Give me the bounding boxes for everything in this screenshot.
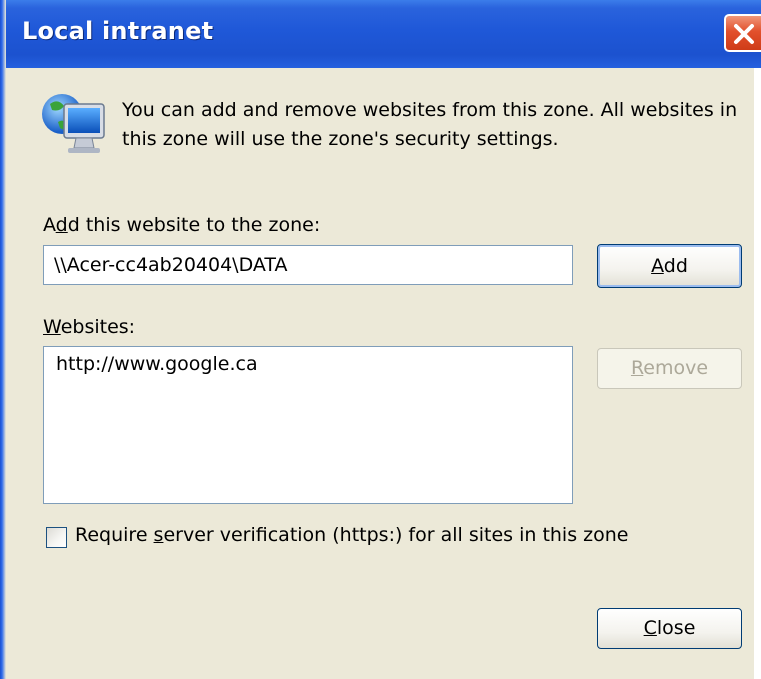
title-bar[interactable]: Local intranet [0, 0, 761, 68]
websites-list[interactable]: http://www.google.ca [43, 346, 573, 504]
window-right-edge [754, 68, 761, 679]
globe-monitor-icon [40, 90, 112, 166]
zone-description: You can add and remove websites from thi… [122, 99, 738, 150]
title-close-button[interactable] [724, 14, 761, 52]
dialog-title: Local intranet [22, 17, 214, 45]
add-button[interactable]: Add [597, 244, 742, 288]
require-verification-checkbox[interactable] [46, 527, 67, 548]
websites-label: Websites: [43, 316, 136, 338]
add-website-input[interactable]: \\Acer-cc4ab20404\DATA [43, 245, 573, 285]
list-item[interactable]: http://www.google.ca [56, 353, 258, 375]
remove-button[interactable]: Remove [597, 348, 742, 389]
close-icon [734, 24, 754, 44]
window-left-border [0, 0, 6, 679]
close-button[interactable]: Close [597, 608, 742, 649]
add-website-label: Add this website to the zone: [43, 214, 321, 236]
local-intranet-dialog: Local intranet You can add and remove we… [0, 0, 761, 679]
require-verification-label[interactable]: Require server verification (https:) for… [75, 524, 628, 546]
